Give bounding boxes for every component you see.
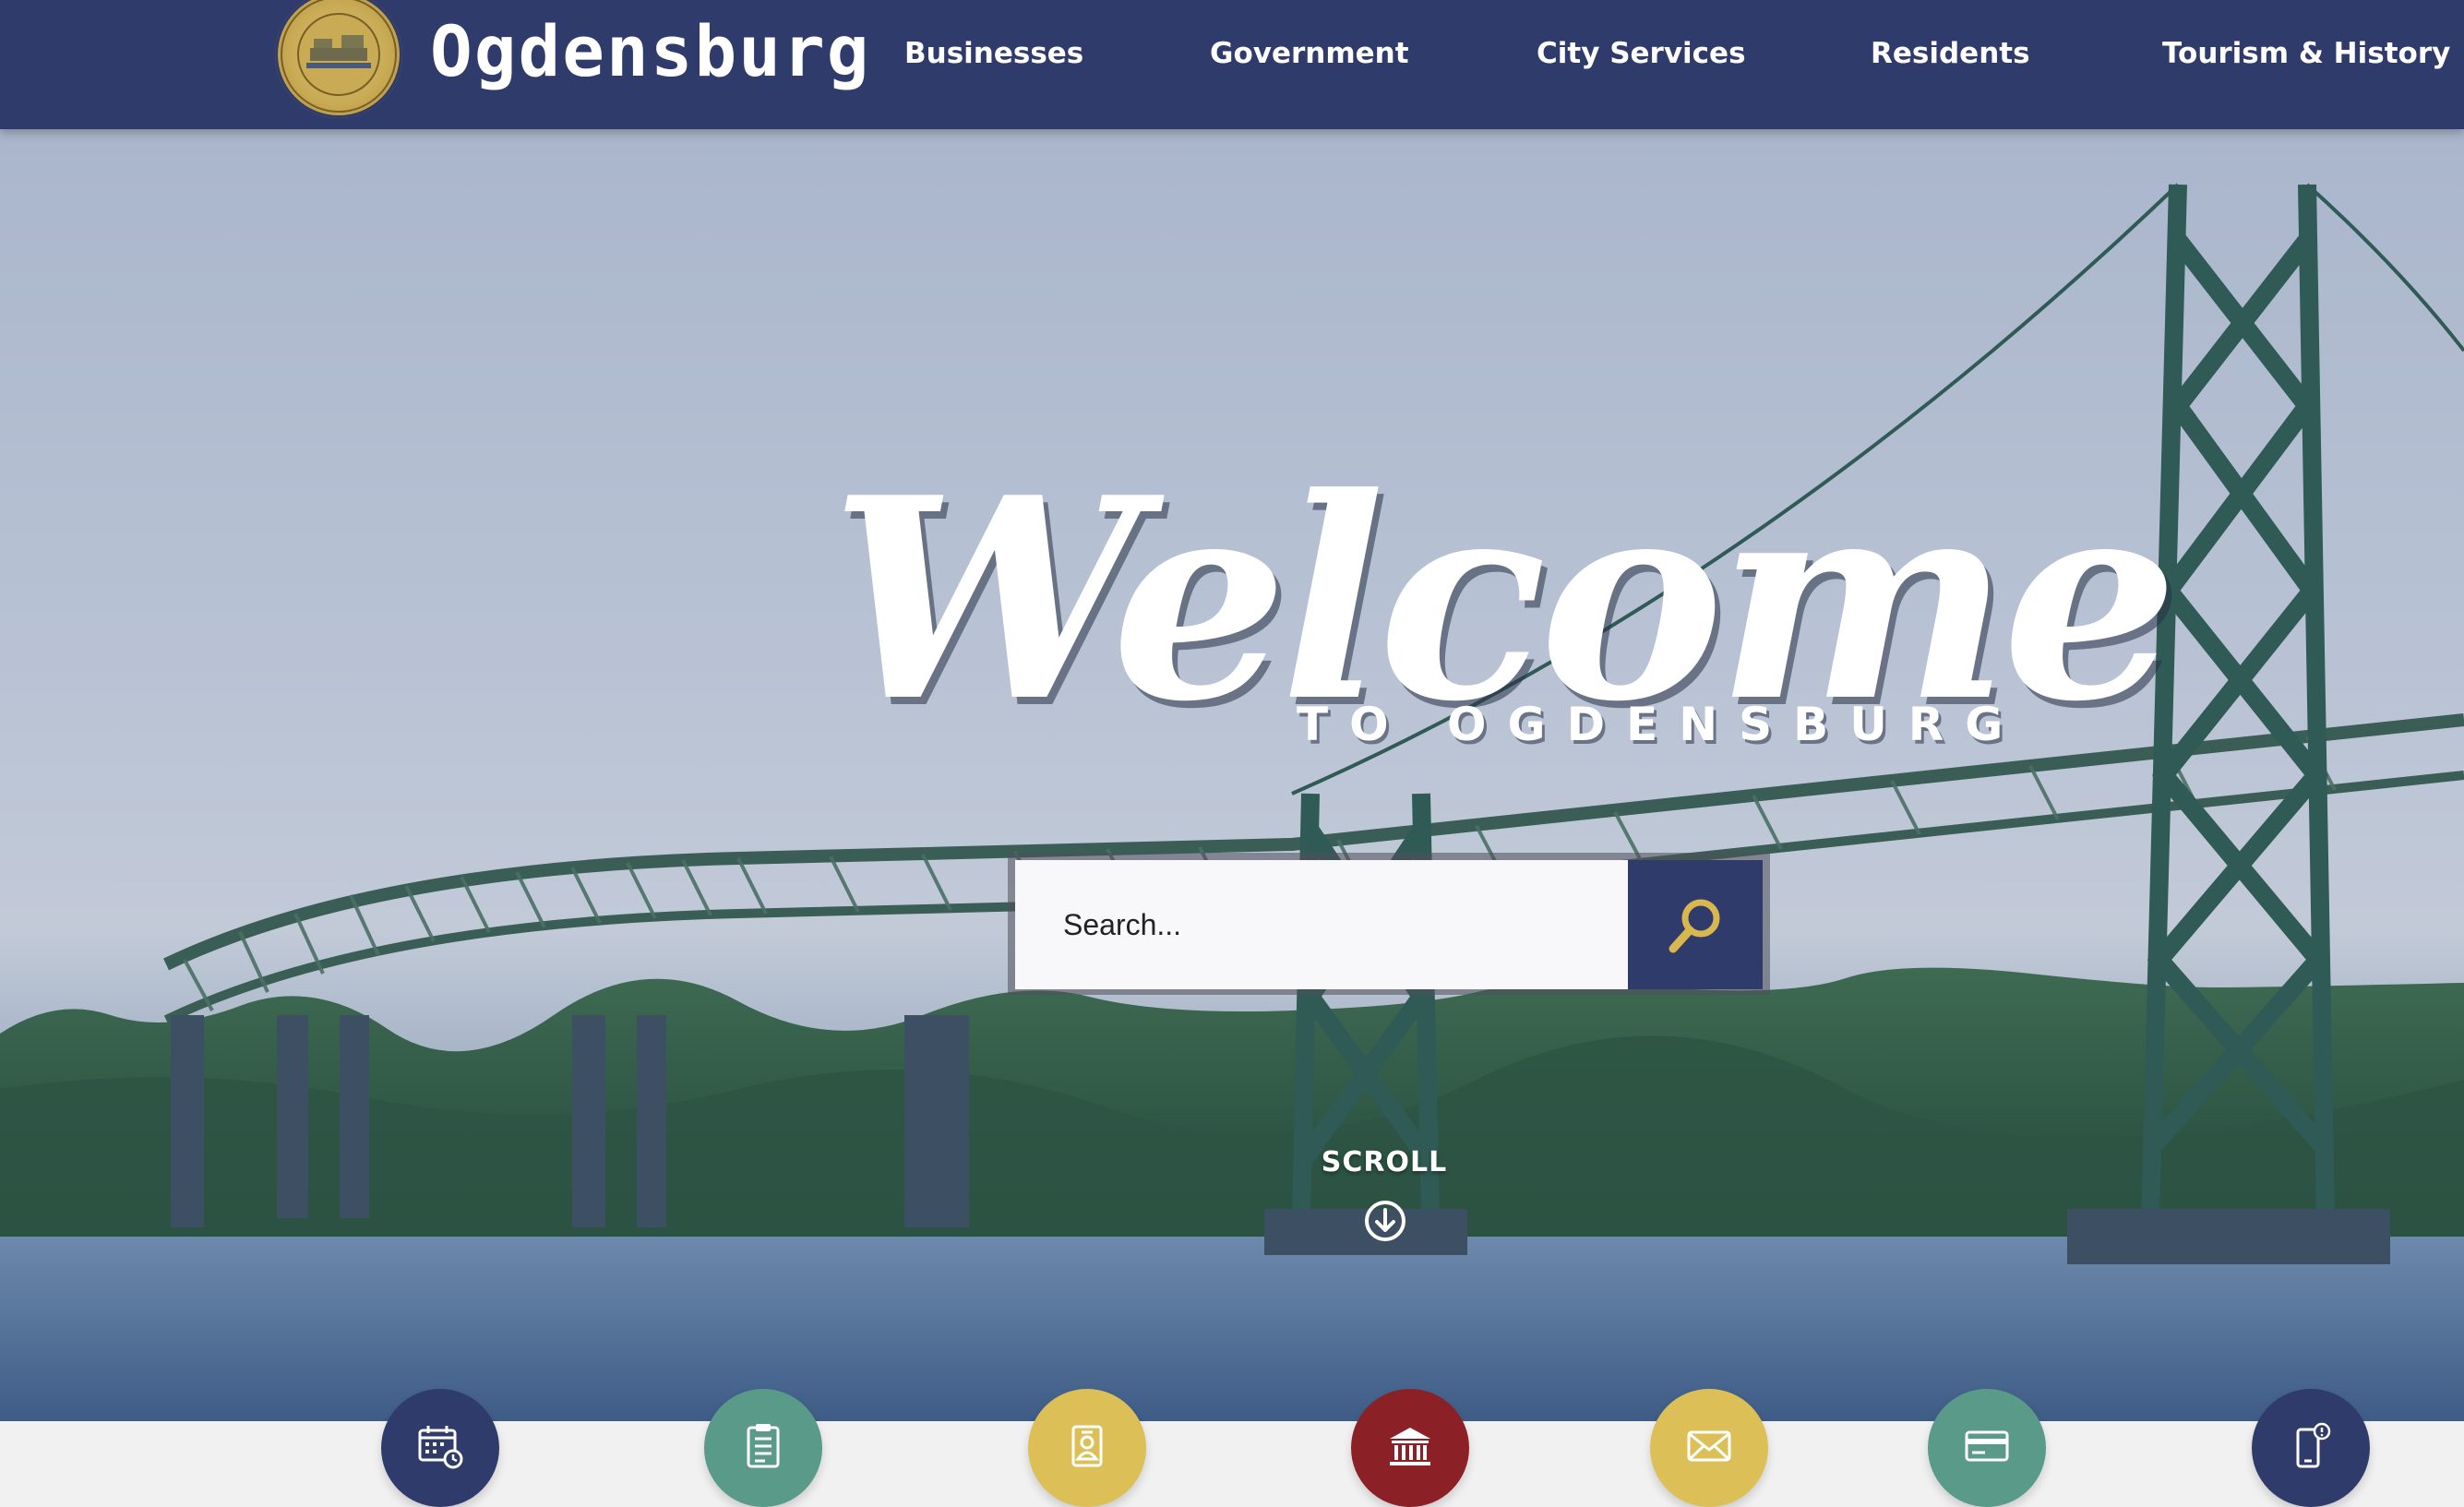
nav-businesses[interactable]: Businesses xyxy=(904,26,1083,81)
search-input[interactable] xyxy=(1015,860,1635,989)
contact-card-icon xyxy=(1071,1425,1103,1467)
quick-link-calendar[interactable] xyxy=(381,1389,499,1507)
site-header: Ogdensburg Businesses Government City Se… xyxy=(0,0,2464,129)
mobile-alert-icon xyxy=(2296,1422,2331,1468)
credit-card-icon xyxy=(1965,1430,2009,1462)
search-bar xyxy=(1008,853,1770,995)
envelope-icon xyxy=(1687,1430,1731,1462)
calendar-icon xyxy=(418,1426,463,1469)
search-icon xyxy=(1669,899,1720,953)
city-hall-icon xyxy=(1390,1428,1430,1465)
scroll-label: SCROLL xyxy=(1321,1146,1448,1178)
nav-tourism-history[interactable]: Tourism & History xyxy=(2162,26,2450,81)
arrow-down-circle-icon[interactable] xyxy=(1363,1199,1407,1243)
nav-residents[interactable]: Residents xyxy=(1871,26,2030,81)
quick-link-payments[interactable] xyxy=(1928,1389,2046,1507)
search-button[interactable] xyxy=(1628,860,1763,989)
quick-link-clipboard[interactable] xyxy=(704,1389,822,1507)
quick-links-strip xyxy=(0,1421,2464,1506)
quick-link-directory[interactable] xyxy=(1028,1389,1146,1507)
hero-banner: Welcome TO OGDENSBURG SCROLL xyxy=(0,129,2464,1421)
clipboard-icon xyxy=(747,1424,780,1468)
bridge-photo xyxy=(0,183,2464,1421)
quick-link-city-hall[interactable] xyxy=(1351,1389,1469,1507)
nav-government[interactable]: Government xyxy=(1210,26,1409,81)
city-seal-logo[interactable] xyxy=(275,0,402,118)
site-brand[interactable]: Ogdensburg xyxy=(430,6,871,98)
quick-link-notifications[interactable] xyxy=(2252,1389,2370,1507)
welcome-subtitle: TO OGDENSBURG xyxy=(1297,698,2025,751)
nav-city-services[interactable]: City Services xyxy=(1537,26,1746,81)
quick-link-contact[interactable] xyxy=(1650,1389,1768,1507)
